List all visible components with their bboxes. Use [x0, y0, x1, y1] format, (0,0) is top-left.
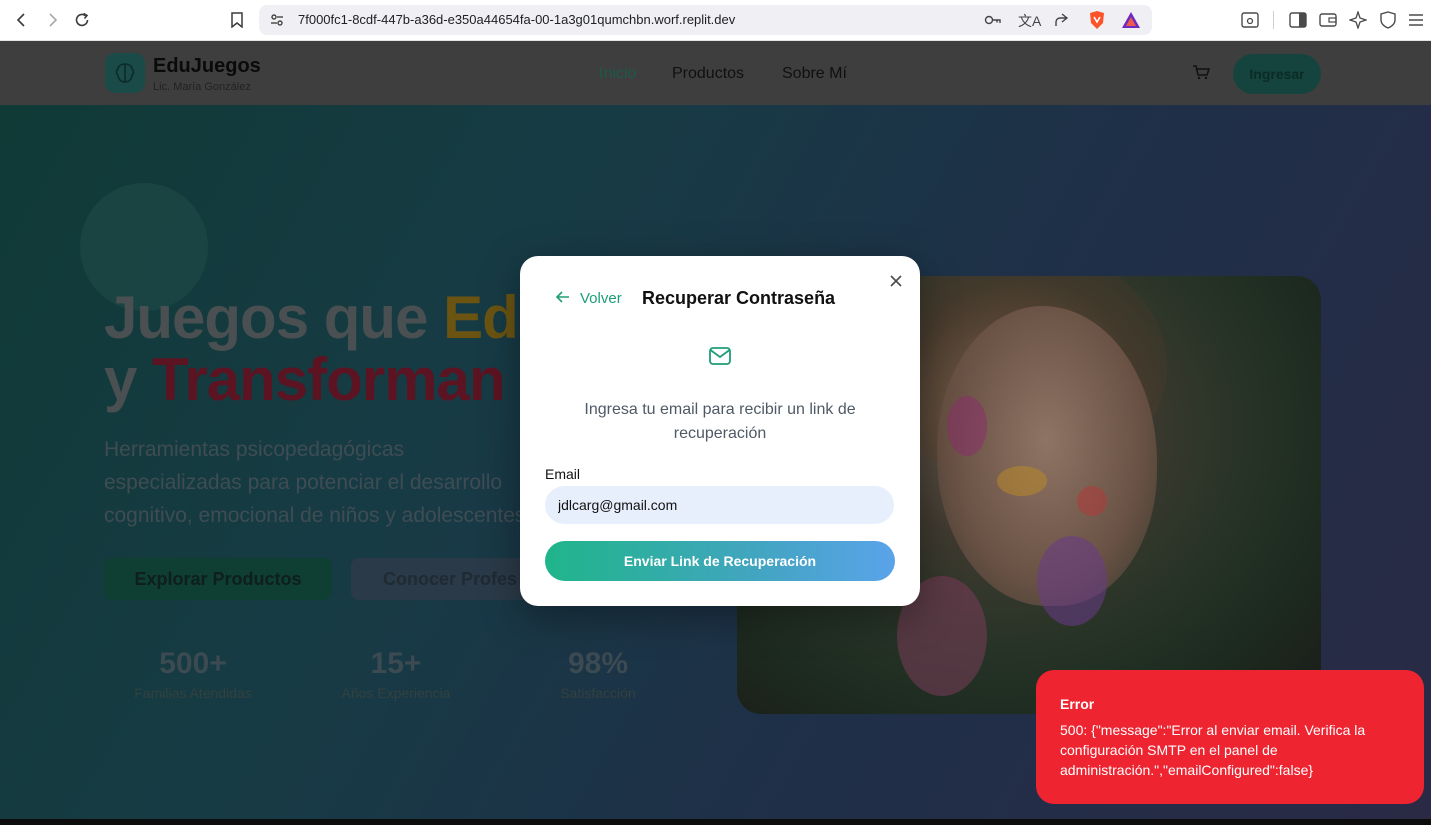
stat-label: Satisfacción [560, 685, 636, 701]
translate-icon[interactable]: 文A [1018, 11, 1041, 31]
stat-label: Familias Atendidas [134, 685, 252, 701]
brain-logo-icon[interactable] [105, 53, 145, 93]
address-bar[interactable]: 7f000fc1-8cdf-447b-a36d-e350a44654fa-00-… [259, 5, 1152, 35]
hero-title: Juegos que Ed y Transforman [104, 284, 519, 413]
back-arrow-icon[interactable] [11, 9, 33, 31]
hero-subtitle: Herramientas psicopedagógicas especializ… [104, 438, 532, 527]
brand-name[interactable]: EduJuegos [153, 55, 261, 78]
nav-inicio[interactable]: Inicio [599, 65, 636, 83]
modal-description: Ingresa tu email para recibir un link de… [584, 401, 856, 442]
brave-rewards-icon[interactable] [1121, 11, 1141, 34]
password-recovery-modal: Volver Recuperar Contraseña Ingresa tu e… [520, 256, 920, 606]
back-label: Volver [580, 290, 622, 307]
stat-label: Años Experiencia [341, 685, 451, 701]
cart-icon[interactable] [1192, 64, 1211, 85]
wallet-icon[interactable] [1318, 10, 1338, 30]
stat-value: 98% [567, 647, 629, 680]
reader-mode-icon[interactable] [1240, 10, 1260, 30]
back-button[interactable]: Volver [555, 290, 622, 307]
hero-title-part4: Transforman [152, 346, 505, 413]
email-label: Email [545, 466, 581, 482]
close-icon[interactable] [886, 271, 906, 291]
brand-subtitle: Lic. María González [153, 81, 251, 93]
toast-message: 500: {"message":"Error al enviar email. … [1060, 722, 1366, 778]
site-settings-icon[interactable] [269, 12, 285, 33]
vpn-shield-icon[interactable] [1378, 10, 1398, 30]
browser-toolbar: 7f000fc1-8cdf-447b-a36d-e350a44654fa-00-… [0, 0, 1431, 41]
share-icon[interactable] [1053, 12, 1069, 33]
nav-productos[interactable]: Productos [672, 65, 744, 83]
email-field[interactable] [545, 486, 894, 524]
arrow-left-icon [555, 290, 570, 307]
stat-value: 500+ [159, 647, 227, 680]
mail-icon [708, 346, 732, 371]
leo-ai-icon[interactable] [1348, 10, 1368, 30]
login-button[interactable]: Ingresar [1233, 54, 1321, 94]
nav-sobre-mi[interactable]: Sobre Mí [782, 65, 847, 83]
bottom-edge [0, 819, 1431, 825]
bookmark-icon[interactable] [226, 9, 248, 31]
toast-title: Error [1060, 696, 1095, 712]
menu-icon[interactable] [1406, 10, 1426, 30]
key-icon[interactable] [984, 12, 1002, 33]
forward-arrow-icon[interactable] [41, 9, 63, 31]
hero-title-part2: Ed [443, 284, 519, 351]
error-toast[interactable]: Error 500: {"message":"Error al enviar e… [1036, 670, 1424, 804]
hero-title-part1: Juegos que [104, 284, 444, 351]
send-recovery-link-button[interactable]: Enviar Link de Recuperación [545, 541, 895, 581]
sidebar-icon[interactable] [1288, 10, 1308, 30]
brave-shield-icon[interactable] [1088, 10, 1106, 35]
explore-products-button[interactable]: Explorar Productos [104, 558, 332, 600]
modal-title: Recuperar Contraseña [642, 288, 836, 308]
hero-title-part3: y [104, 346, 153, 413]
stat-value: 15+ [370, 647, 422, 680]
reload-icon[interactable] [71, 9, 93, 31]
url-text[interactable]: 7f000fc1-8cdf-447b-a36d-e350a44654fa-00-… [298, 12, 735, 27]
site-header: EduJuegos Lic. María González Inicio Pro… [0, 41, 1431, 105]
